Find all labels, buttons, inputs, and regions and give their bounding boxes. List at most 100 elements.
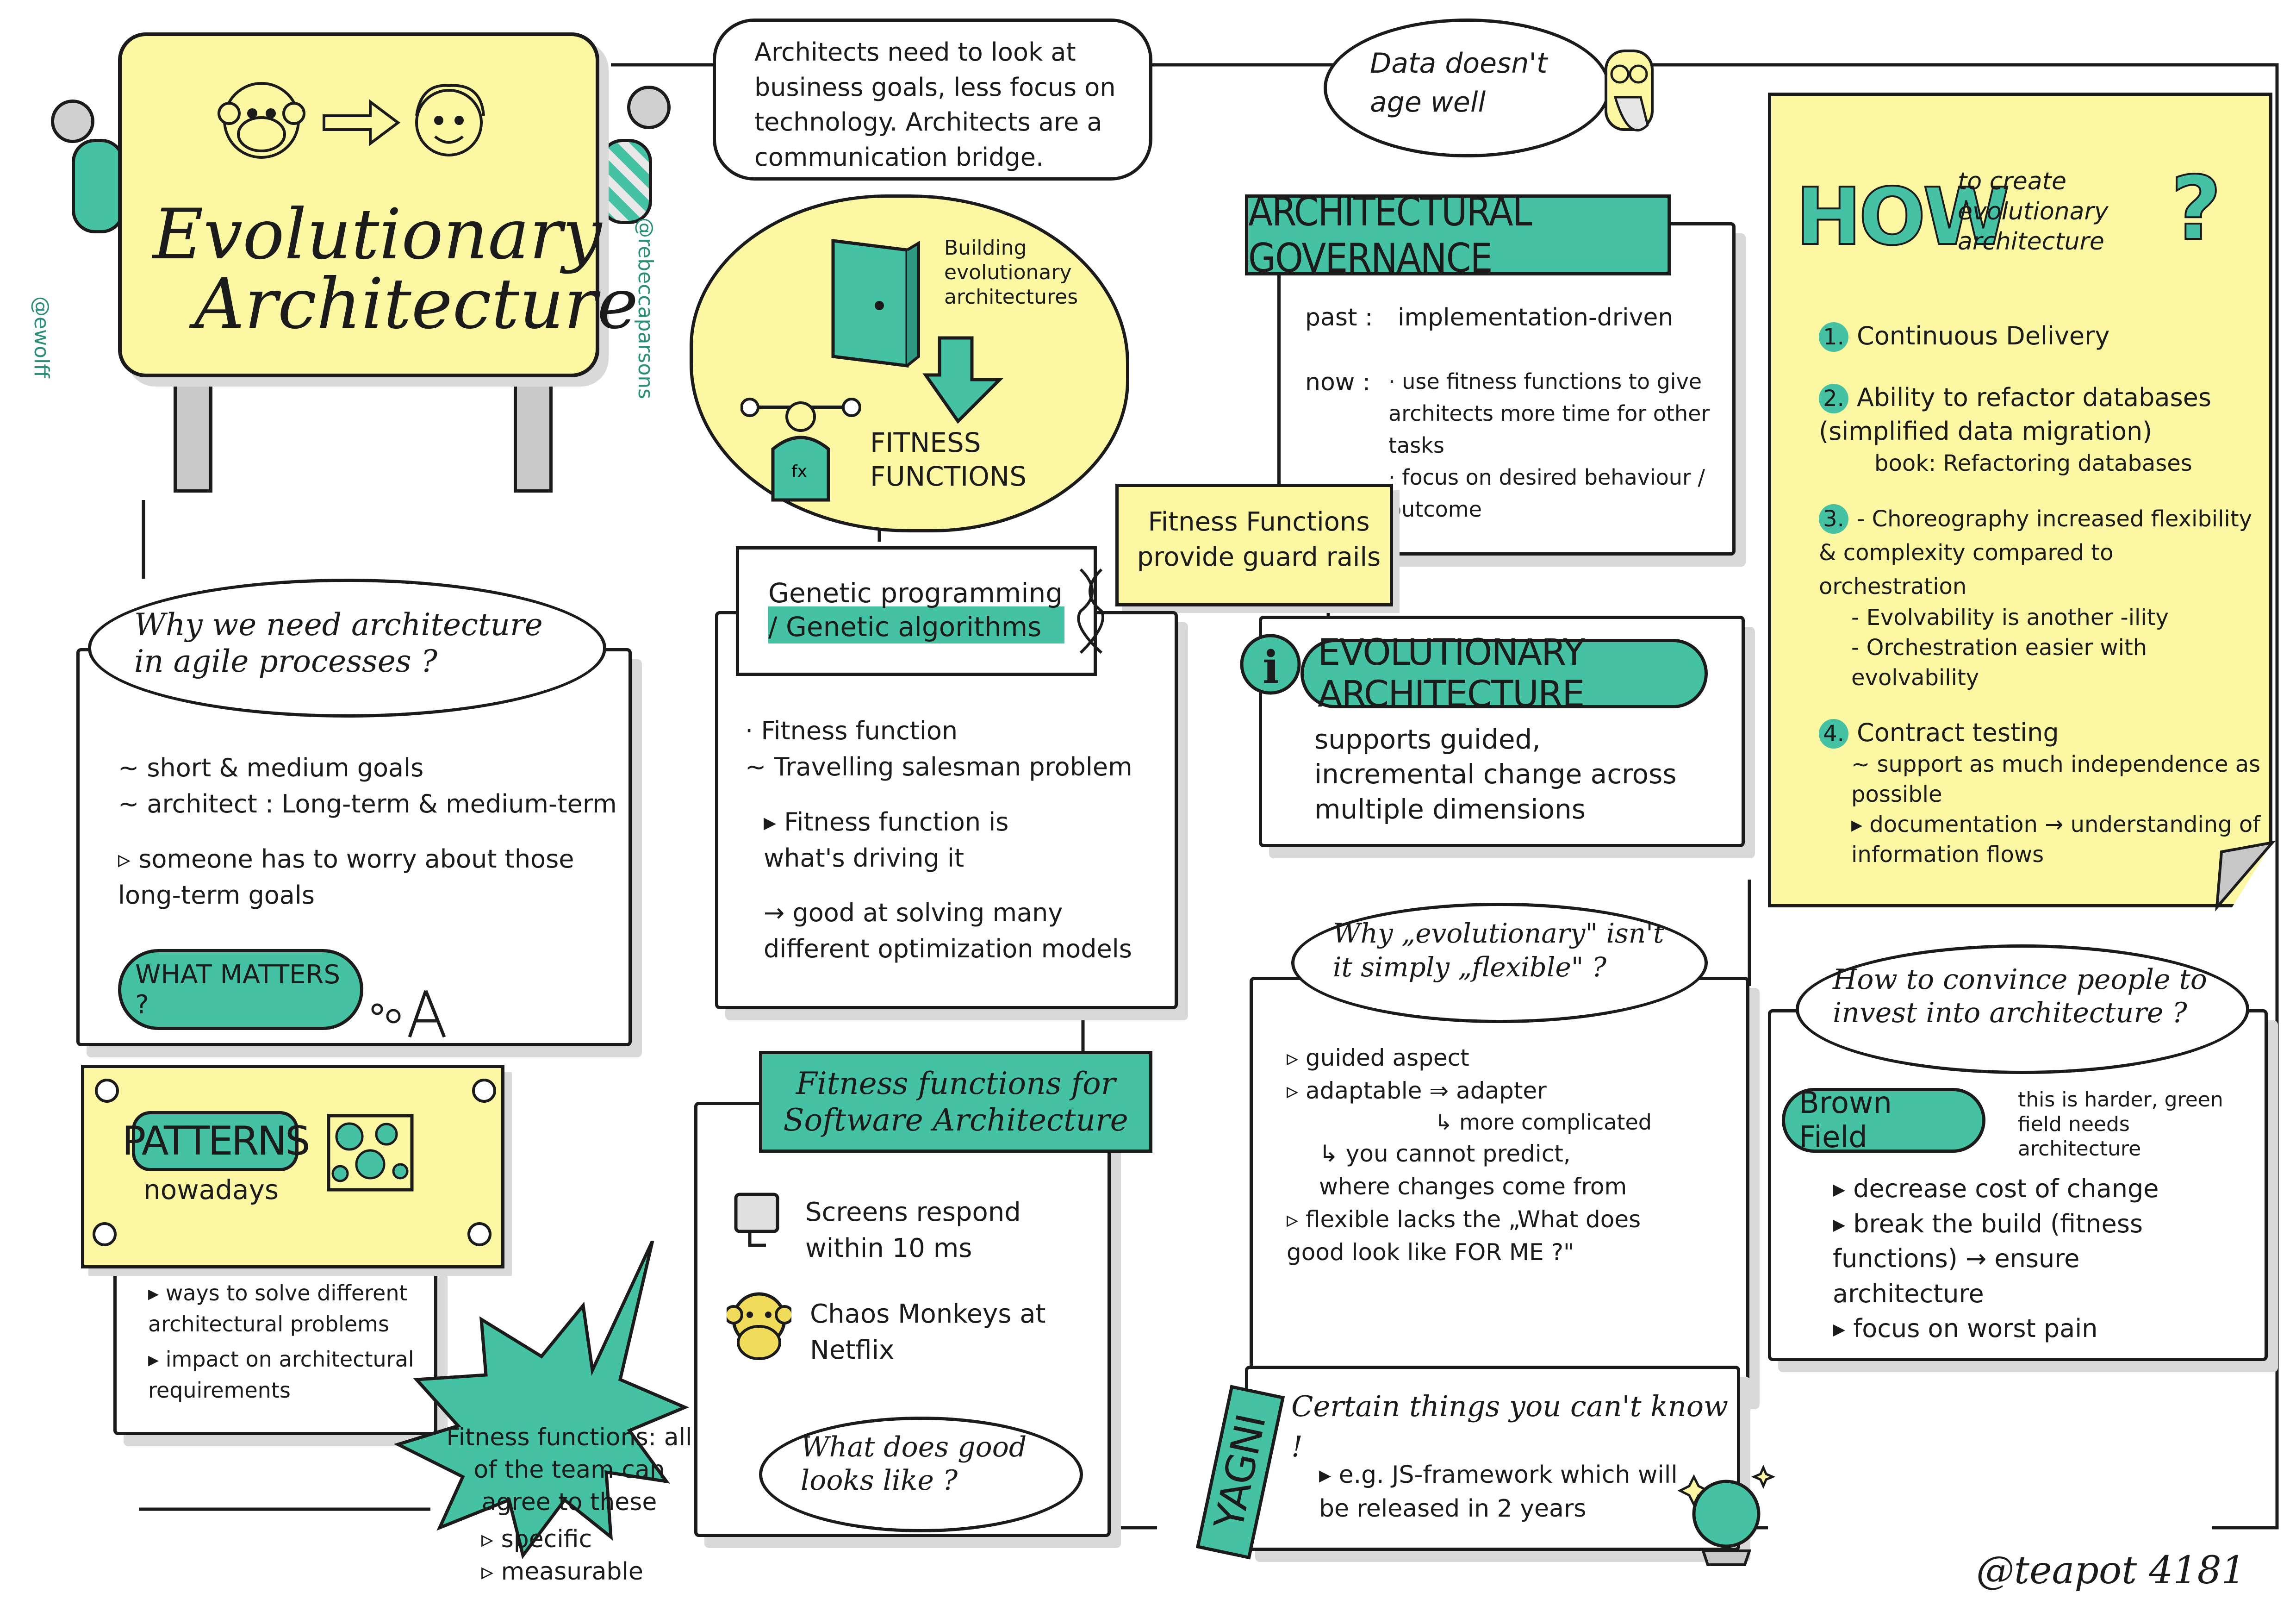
right-hand: [599, 139, 652, 224]
guard-rails-text: Fitness Functions provide guard rails: [1137, 507, 1381, 572]
governance-title: ARCHITECTURAL GOVERNANCE: [1245, 189, 1671, 281]
genetic-tag: Genetic programming / Genetic algorithms: [768, 576, 1064, 643]
how-item-text: Ability to refactor databases (simplifie…: [1819, 382, 2211, 446]
yagni-text: ▸ e.g. JS-framework which will be releas…: [1319, 1461, 1678, 1523]
patterns-item: ▸ impact on architectural requirements: [148, 1347, 414, 1403]
why-evo-item: ▹ guided aspect: [1287, 1044, 1469, 1071]
how-item-3: 3. - Choreography increased flexibility &…: [1819, 501, 2263, 693]
patterns-list: ▸ ways to solve different architectural …: [148, 1278, 426, 1406]
fitness-functions-label: FITNESS FUNCTIONS: [870, 427, 1027, 492]
how-number: 1.: [1819, 322, 1848, 352]
right-hand-knob: [627, 86, 671, 129]
governance-now-list: · use fitness functions to give architec…: [1388, 366, 1712, 525]
governance-past-label: past :: [1305, 304, 1373, 331]
screw-icon: [472, 1079, 496, 1103]
why-agile-item: ~ short & medium goals: [118, 753, 424, 782]
sign-post-right: [514, 366, 553, 493]
handle-left: @ewolff: [30, 296, 53, 378]
data-quote-text: Data doesn't age well: [1370, 47, 1548, 119]
why-agile-list: ~ short & medium goals ~ architect : Lon…: [118, 750, 618, 913]
sa-fitness-item: Screens respond within 10 ms: [805, 1197, 1021, 1264]
dna-icon: [1077, 568, 1104, 654]
sa-fitness-banner: Fitness functions for Software Architect…: [759, 1051, 1152, 1153]
left-hand-knob: [51, 100, 94, 143]
compass-icon: [371, 990, 446, 1038]
yagni-title: Certain things you can't know !: [1291, 1389, 1729, 1463]
sign-post-left: [174, 366, 212, 493]
how-sub: ▸ documentation → understanding of infor…: [1851, 812, 2261, 868]
why-evo-item: ▹ adaptable ⇒ adapter: [1287, 1077, 1547, 1104]
how-number: 2.: [1819, 383, 1848, 413]
patterns-item: ▸ ways to solve different architectural …: [148, 1280, 408, 1337]
architects-quote-text: Architects need to look at business goal…: [754, 37, 1116, 172]
why-agile-question: Why we need architecture in agile proces…: [134, 607, 543, 680]
how-number: 4.: [1819, 718, 1848, 749]
genetic-item: ▸ Fitness function is what's driving it: [764, 807, 1009, 873]
how-item-2: 2. Ability to refactor databases (simplif…: [1819, 381, 2263, 479]
info-icon: i: [1240, 634, 1301, 695]
screw-icon: [95, 1079, 119, 1103]
how-question-mark: ?: [2170, 156, 2222, 261]
old-person-icon: [1605, 50, 1654, 131]
genetic-item: · Fitness function: [745, 716, 958, 745]
svg-text:fx: fx: [791, 462, 807, 481]
brown-field-tag: Brown Field: [1782, 1086, 1985, 1155]
how-item-text: - Choreography increased flexibility & c…: [1819, 506, 2252, 600]
starburst-item: ▹ specific: [481, 1525, 592, 1553]
how-item-1: 1. Continuous Delivery: [1819, 319, 2263, 353]
governance-now-label: now :: [1305, 369, 1371, 396]
book-label: Building evolutionary architectures: [944, 236, 1078, 309]
how-sub: book: Refactoring databases: [1874, 450, 2192, 476]
convince-question: How to convince people to invest into ar…: [1833, 963, 2207, 1029]
why-evo-item: ▹ flexible lacks the „What does good loo…: [1287, 1206, 1641, 1266]
genetic-item: → good at solving many different optimiz…: [764, 898, 1132, 964]
how-sub: - Evolvability is another -ility: [1851, 605, 2169, 631]
how-item-text: Continuous Delivery: [1857, 321, 2110, 350]
sign-title-line1: Evolutionary: [153, 194, 602, 275]
how-sub: - Orchestration easier with evolvability: [1851, 634, 2147, 691]
pattern-tile-icon: [327, 1114, 414, 1192]
governance-now-item: · use fitness functions to give architec…: [1388, 369, 1710, 458]
evo-title: EVOLUTIONARY ARCHITECTURE: [1300, 632, 1708, 715]
person-icon: [415, 84, 485, 156]
why-evo-item: ↳ you cannot predict, where changes come…: [1319, 1140, 1627, 1200]
screw-icon: [93, 1222, 117, 1246]
how-number: 3.: [1819, 504, 1848, 534]
svg-text:i: i: [1263, 641, 1279, 693]
how-sub: ~ support as much independence as possib…: [1851, 751, 2261, 808]
brown-field-note: this is harder, green field needs archit…: [2018, 1088, 2223, 1161]
convince-list: ▸ decrease cost of change ▸ break the bu…: [1833, 1171, 2249, 1346]
convince-item: ▸ break the build (fitness functions) → …: [1833, 1209, 2143, 1308]
starburst-list: ▹ specific ▹ measurable: [481, 1523, 648, 1588]
how-item-4: 4. Contract testing ~ support as much ind…: [1819, 716, 2263, 870]
starburst-text: Fitness functions: all of the team can a…: [446, 1424, 692, 1517]
patterns-title: PATTERNS: [122, 1111, 311, 1171]
sa-fitness-item: Chaos Monkeys at Netflix: [810, 1299, 1046, 1366]
crystal-ball-icon: [1677, 1464, 1776, 1566]
why-evo-item: ↳ more complicated: [1435, 1110, 1652, 1135]
weightlifter-icon: fx: [740, 398, 861, 502]
what-matters-tag: WHAT MATTERS ?: [118, 949, 363, 1030]
left-hand: [72, 139, 124, 233]
starburst-item: ▹ measurable: [481, 1558, 643, 1586]
book-icon: [831, 239, 920, 368]
governance-past-value: implementation-driven: [1398, 304, 1674, 331]
author-signature: @teapot 4181: [1976, 1549, 2246, 1593]
down-arrow-icon: [922, 336, 1004, 424]
sign-title-line2: Architecture: [194, 264, 639, 344]
convince-item: ▸ decrease cost of change: [1833, 1174, 2159, 1203]
evolution-icons: [218, 82, 485, 159]
evo-text: supports guided, incremental change acro…: [1314, 724, 1677, 825]
monkey-icon: [218, 82, 305, 159]
good-looks-quote: What does good looks like ?: [801, 1431, 1027, 1497]
why-agile-item: ▹ someone has to worry about those long-…: [118, 844, 574, 910]
genetic-list: · Fitness function ~ Travelling salesman…: [745, 713, 1171, 968]
arrow-icon: [323, 99, 400, 146]
how-list: 1. Continuous Delivery 2. Ability to refac…: [1819, 319, 2263, 870]
why-evo-list: ▹ guided aspect ▹ adaptable ⇒ adapter ↳ …: [1287, 1042, 1740, 1269]
how-item-text: Contract testing: [1857, 718, 2059, 747]
governance-now-item: · focus on desired behaviour / outcome: [1388, 465, 1705, 522]
handle-right: @rebeccaparsons: [634, 218, 657, 400]
patterns-sub: nowadays: [143, 1174, 279, 1206]
convince-item: ▸ focus on worst pain: [1833, 1314, 2098, 1343]
